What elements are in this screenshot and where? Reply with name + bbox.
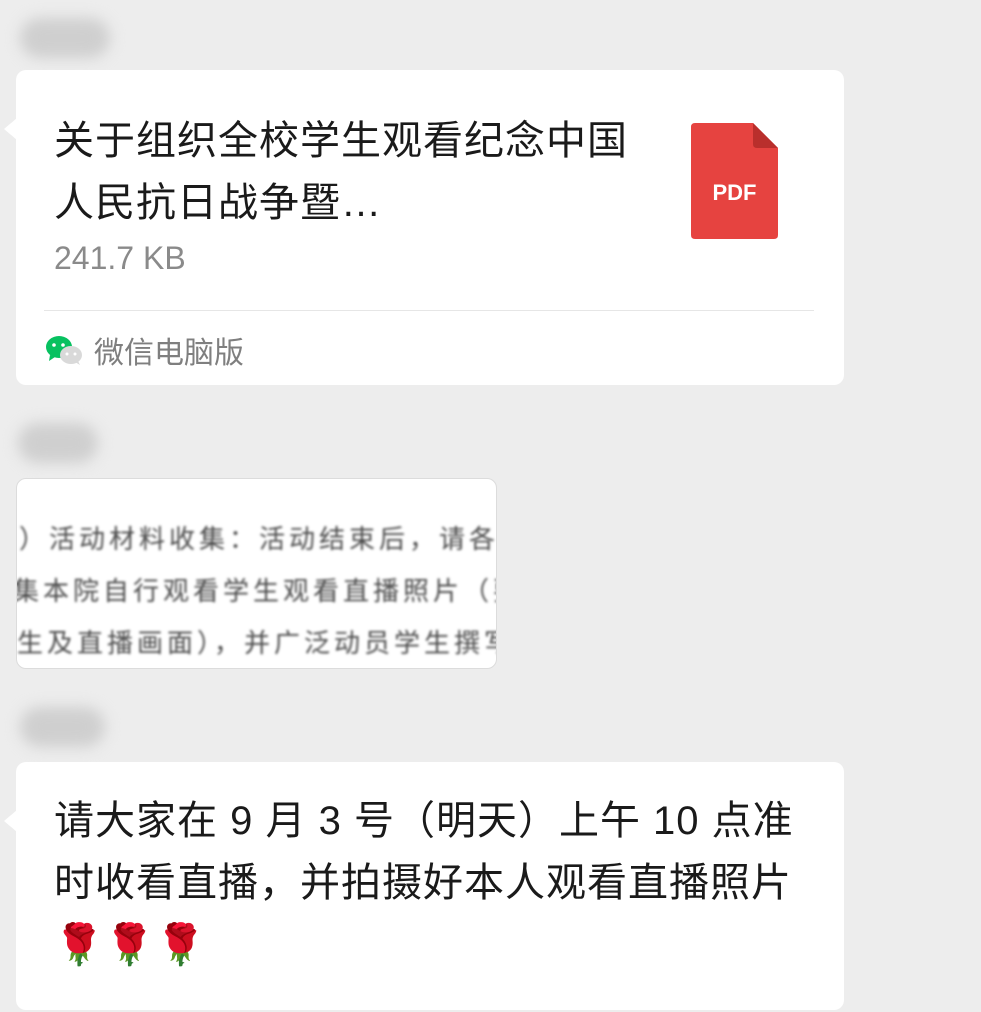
- file-type-label: PDF: [712, 180, 757, 205]
- file-size: 241.7 KB: [54, 240, 186, 276]
- sender-name-blurred: [18, 423, 98, 463]
- sender-name-blurred: [20, 18, 110, 58]
- text-message[interactable]: 请大家在 9 月 3 号（明天）上午 10 点准时收看直播，并拍摄好本人观看直播…: [4, 762, 844, 1010]
- file-title: 关于组织全校学生观看纪念中国人民抗日战争暨…: [54, 119, 628, 225]
- image-text-line: 集本院自行观看学生观看直播照片（要能: [16, 577, 496, 607]
- source-label: 微信电脑版: [94, 337, 244, 370]
- image-message[interactable]: ）活动材料收集：活动结束后，请各学院 集本院自行观看学生观看直播照片（要能 生及…: [16, 478, 497, 669]
- image-text-line: 生及直播画面），并广泛动员学生撰写心: [17, 629, 497, 659]
- image-text-line: ）活动材料收集：活动结束后，请各学院: [19, 525, 497, 555]
- file-message-card[interactable]: 关于组织全校学生观看纪念中国人民抗日战争暨… 241.7 KB PDF 微信电脑…: [4, 70, 844, 385]
- wechat-icon: [46, 336, 82, 365]
- sender-name-blurred: [20, 707, 105, 747]
- pdf-file-icon: PDF: [691, 123, 778, 239]
- message-text: 请大家在 9 月 3 号（明天）上午 10 点准时收看直播，并拍摄好本人观看直播…: [54, 799, 794, 967]
- file-source: 微信电脑版: [44, 328, 244, 372]
- card-divider: [44, 310, 814, 311]
